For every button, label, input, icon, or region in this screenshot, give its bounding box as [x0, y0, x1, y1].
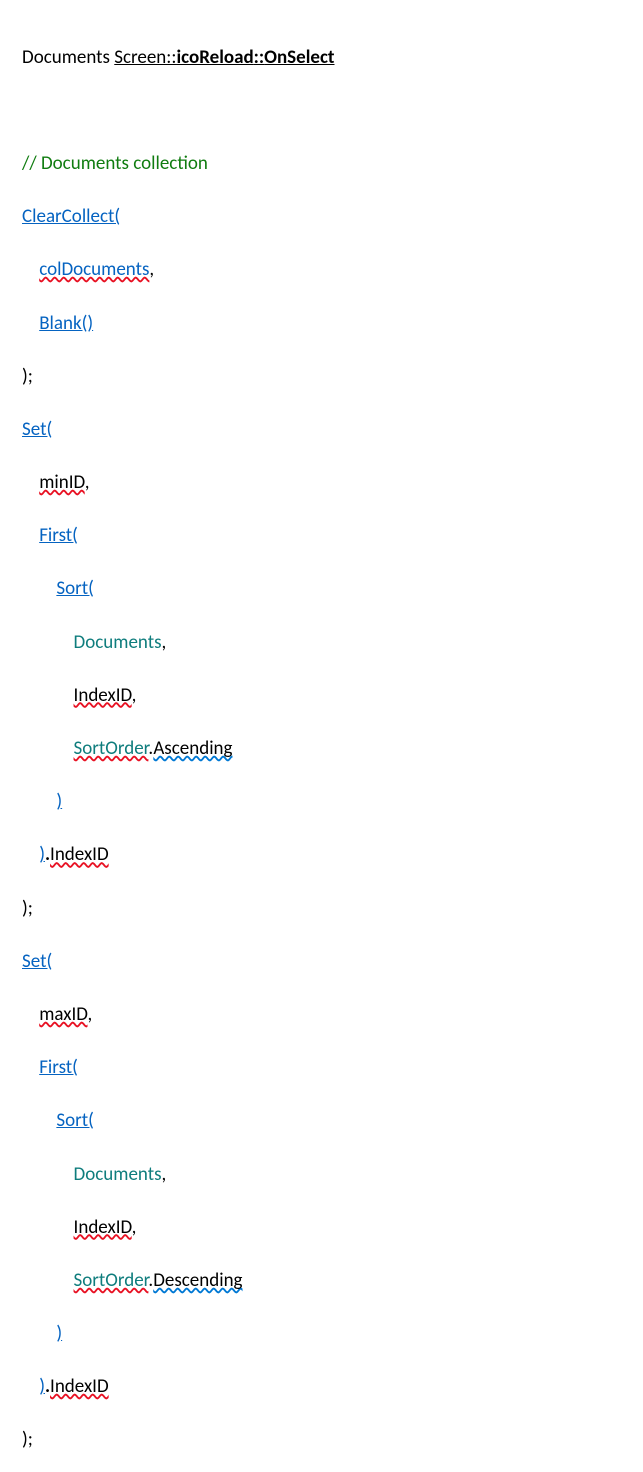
header-ico-reload: icoReload — [176, 46, 253, 69]
clearcollect-fn: ClearCollect( — [22, 205, 120, 228]
indexid-id-1: IndexID — [74, 684, 132, 707]
set2-line: Set( — [22, 949, 621, 976]
close-set1-line: ); — [22, 896, 621, 923]
close-first2-line: ).IndexID — [22, 1374, 621, 1401]
minid-id: minID — [39, 471, 85, 494]
ascending-id: Ascending — [153, 737, 232, 760]
documents-id-1: Documents — [74, 631, 162, 654]
sortorder-id-1: SortOrder — [74, 737, 149, 760]
code-block: Documents Screen::icoReload::OnSelect //… — [22, 18, 621, 1472]
documents2-line: Documents, — [22, 1162, 621, 1189]
maxid-line: maxID, — [22, 1002, 621, 1029]
close-sort1-line: ) — [22, 789, 621, 816]
sort2-line: Sort( — [22, 1108, 621, 1135]
close-sort2-line: ) — [22, 1321, 621, 1348]
minid-line: minID, — [22, 470, 621, 497]
sort-fn-2: Sort( — [56, 1109, 94, 1132]
close1-line: ); — [22, 364, 621, 391]
header-prefix: Documents — [22, 46, 114, 69]
coldocuments-id: colDocuments — [39, 258, 149, 281]
documents1-line: Documents, — [22, 630, 621, 657]
documents-id-2: Documents — [74, 1163, 162, 1186]
sortorder-id-2: SortOrder — [74, 1269, 149, 1292]
sort-fn-1: Sort( — [56, 577, 94, 600]
first-fn-1: First( — [39, 524, 78, 547]
maxid-id: maxID — [39, 1003, 87, 1026]
indexid1-line: IndexID, — [22, 683, 621, 710]
blank-fn-line: Blank() — [22, 311, 621, 338]
header-sep: :: — [254, 46, 264, 69]
sortorder-asc-line: SortOrder.Ascending — [22, 736, 621, 763]
indexid-prop-1: IndexID — [50, 843, 109, 866]
set-fn-2: Set( — [22, 950, 52, 973]
indexid-prop-2: IndexID — [50, 1375, 109, 1398]
close-set2-line: ); — [22, 1427, 621, 1454]
blank-line-1 — [22, 98, 621, 125]
sortorder-desc-line: SortOrder.Descending — [22, 1268, 621, 1295]
header-line: Documents Screen::icoReload::OnSelect — [22, 45, 621, 72]
header-screen: Screen:: — [114, 46, 176, 69]
first-fn-2: First( — [39, 1056, 78, 1079]
indexid2-line: IndexID, — [22, 1215, 621, 1242]
first2-line: First( — [22, 1055, 621, 1082]
descending-id: Descending — [153, 1269, 242, 1292]
coldocuments-line: colDocuments, — [22, 257, 621, 284]
set1-line: Set( — [22, 417, 621, 444]
close-first1-line: ).IndexID — [22, 842, 621, 869]
text-cursor — [52, 423, 53, 441]
first1-line: First( — [22, 523, 621, 550]
header-onselect: OnSelect — [264, 46, 334, 69]
sort1-line: Sort( — [22, 576, 621, 603]
indexid-id-2: IndexID — [74, 1216, 132, 1239]
clearcollect-line: ClearCollect( — [22, 204, 621, 231]
set-fn-1: Set( — [22, 418, 52, 441]
blank-fn: Blank() — [39, 312, 93, 335]
comment-line: // Documents collection — [22, 151, 621, 178]
